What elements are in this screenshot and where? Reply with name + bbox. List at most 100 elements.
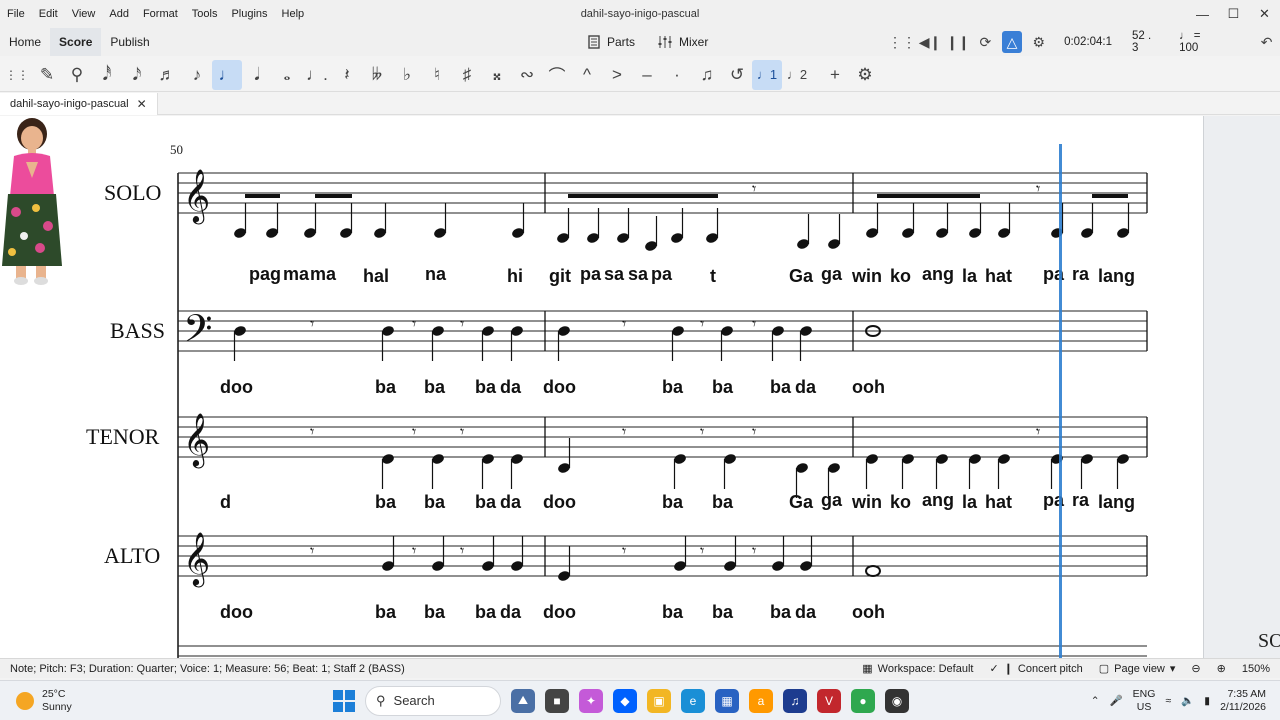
edge-browser-icon[interactable]: e (681, 688, 705, 713)
32nd-note-icon[interactable]: 𝅘𝅥𝅯 (122, 60, 152, 90)
lyric[interactable]: ba (375, 377, 396, 398)
weather-widget[interactable]: 25°C Sunny (16, 688, 72, 714)
lyric[interactable]: lang (1098, 266, 1135, 287)
lyric[interactable]: ba (475, 377, 496, 398)
rewind-icon[interactable]: ◀❙ (919, 31, 942, 53)
eighth-note-icon[interactable]: ♪ (182, 60, 212, 90)
lyric[interactable]: t (710, 266, 716, 287)
rest-icon[interactable]: 𝄽 (332, 60, 362, 90)
chevron-up-icon[interactable]: ⌃ (1091, 695, 1100, 707)
lyric[interactable]: ooh (852, 602, 885, 623)
lyric[interactable]: hat (985, 266, 1012, 287)
16th-note-icon[interactable]: ♬ (152, 60, 182, 90)
tab-home[interactable]: Home (0, 28, 50, 56)
lyric[interactable]: ma (310, 264, 336, 285)
lyric[interactable]: pa (651, 264, 672, 285)
wifi-icon[interactable]: ≈ (1165, 695, 1171, 707)
voice-2-icon[interactable]: ♩2 (782, 60, 812, 90)
close-window-icon[interactable]: ✕ (1249, 0, 1280, 28)
lyric[interactable]: git (549, 266, 571, 287)
widget-image-icon[interactable]: ⛰ (511, 688, 535, 713)
tab-score[interactable]: Score (50, 28, 102, 56)
quarter-note-icon[interactable]: ♩ (212, 59, 242, 90)
taskbar-search[interactable]: ⚲ Search (365, 685, 501, 716)
musescore-app-icon[interactable]: ♫ (783, 688, 807, 713)
zoom-in-icon[interactable]: ⊕ (1217, 662, 1226, 675)
natural-icon[interactable]: ♮ (422, 60, 452, 90)
score-canvas[interactable]: 𝄞 𝄢 𝄞 𝄞 𝄾 𝄾 𝄾 𝄾 𝄾 𝄾 𝄾 𝄾 𝄾 𝄾 𝄾 𝄾 𝄾 𝄾 𝄾 𝄾 𝄾 𝄾 𝄾 𝄾 𝄾 50 SOLO BASS T… (0, 116, 1280, 658)
lyric[interactable]: ba (424, 377, 445, 398)
menu-view[interactable]: View (65, 8, 103, 20)
menu-add[interactable]: Add (102, 8, 136, 20)
zoom-out-icon[interactable]: ⊖ (1191, 662, 1200, 675)
lyric[interactable]: ra (1072, 264, 1089, 285)
amazon-icon[interactable]: a (749, 688, 773, 713)
accent-icon[interactable]: > (602, 60, 632, 90)
staccato-icon[interactable]: · (662, 60, 692, 90)
lyric[interactable]: da (795, 602, 816, 623)
lyric[interactable]: hal (363, 266, 389, 287)
file-explorer-icon[interactable]: ▣ (647, 688, 671, 713)
document-tab[interactable]: dahil-sayo-inigo-pascual ✕ (0, 93, 158, 115)
lyric[interactable]: la (962, 492, 977, 513)
lyric[interactable]: Ga (789, 492, 813, 513)
voice-1-icon[interactable]: ♩1 (752, 59, 782, 90)
parts-button[interactable]: Parts (587, 35, 635, 49)
lyric[interactable]: d (220, 492, 231, 513)
lyric[interactable]: la (962, 266, 977, 287)
workspace-selector[interactable]: ▦ Workspace: Default (862, 662, 973, 676)
lyric[interactable]: doo (220, 602, 253, 623)
lyric[interactable]: ba (424, 602, 445, 623)
store-icon[interactable]: ▦ (715, 688, 739, 713)
undo-icon[interactable]: ↶ (1256, 31, 1277, 53)
close-tab-icon[interactable]: ✕ (137, 97, 147, 111)
half-note-icon[interactable]: 𝅘𝅥 (242, 60, 272, 90)
lyric[interactable]: doo (543, 377, 576, 398)
drag-handle-icon[interactable]: ⋮⋮ (888, 31, 916, 53)
double-flat-icon[interactable]: 𝄫 (362, 60, 392, 90)
lyric[interactable]: ba (662, 602, 683, 623)
lyric[interactable]: ma (283, 264, 309, 285)
lyric[interactable]: da (795, 377, 816, 398)
lyric[interactable]: ba (712, 602, 733, 623)
lyric[interactable]: ga (821, 264, 842, 285)
lyric[interactable]: pag (249, 264, 281, 285)
lyric[interactable]: ba (424, 492, 445, 513)
tenuto-icon[interactable]: – (632, 60, 662, 90)
recorder-app-icon[interactable]: ◉ (885, 688, 909, 713)
lyric[interactable]: hi (507, 266, 523, 287)
microphone-icon[interactable]: 🎤 (1110, 694, 1123, 707)
pin-icon[interactable]: ⚲ (62, 60, 92, 90)
lyric[interactable]: ba (662, 377, 683, 398)
menu-tools[interactable]: Tools (185, 8, 225, 20)
lyric[interactable]: na (425, 264, 446, 285)
lyric[interactable]: win (852, 266, 882, 287)
lyric[interactable]: ba (375, 602, 396, 623)
note-input-pencil-icon[interactable]: ✎ (32, 60, 62, 90)
lyric[interactable]: ba (475, 492, 496, 513)
language-indicator[interactable]: ENG US (1133, 688, 1156, 714)
menu-plugins[interactable]: Plugins (224, 8, 274, 20)
marcato-icon[interactable]: ^ (572, 60, 602, 90)
toolbar-grip-icon[interactable]: ⋮⋮ (2, 60, 32, 90)
menu-edit[interactable]: Edit (32, 8, 65, 20)
lyric[interactable]: Ga (789, 266, 813, 287)
lyric[interactable]: ra (1072, 490, 1089, 511)
lyric[interactable]: ang (922, 490, 954, 511)
lyric[interactable]: ba (712, 377, 733, 398)
flat-icon[interactable]: ♭ (392, 60, 422, 90)
menu-file[interactable]: File (0, 8, 32, 20)
pause-icon[interactable]: ❙❙ (946, 31, 969, 53)
tuplet-icon[interactable]: ♫ (692, 60, 722, 90)
chrome-icon[interactable]: ● (851, 688, 875, 713)
customize-toolbar-gear-icon[interactable]: ⚙ (850, 60, 880, 90)
add-icon[interactable]: + (820, 60, 850, 90)
zoom-level[interactable]: 150% (1242, 663, 1270, 675)
lyric[interactable]: doo (220, 377, 253, 398)
staff-name-bass[interactable]: BASS (110, 318, 165, 344)
staff-name-solo[interactable]: SOLO (104, 180, 161, 206)
lyric[interactable]: da (500, 492, 521, 513)
tab-publish[interactable]: Publish (101, 28, 158, 56)
lyric[interactable]: ba (712, 492, 733, 513)
page-view-selector[interactable]: ▢ Page view ▾ (1099, 662, 1176, 676)
